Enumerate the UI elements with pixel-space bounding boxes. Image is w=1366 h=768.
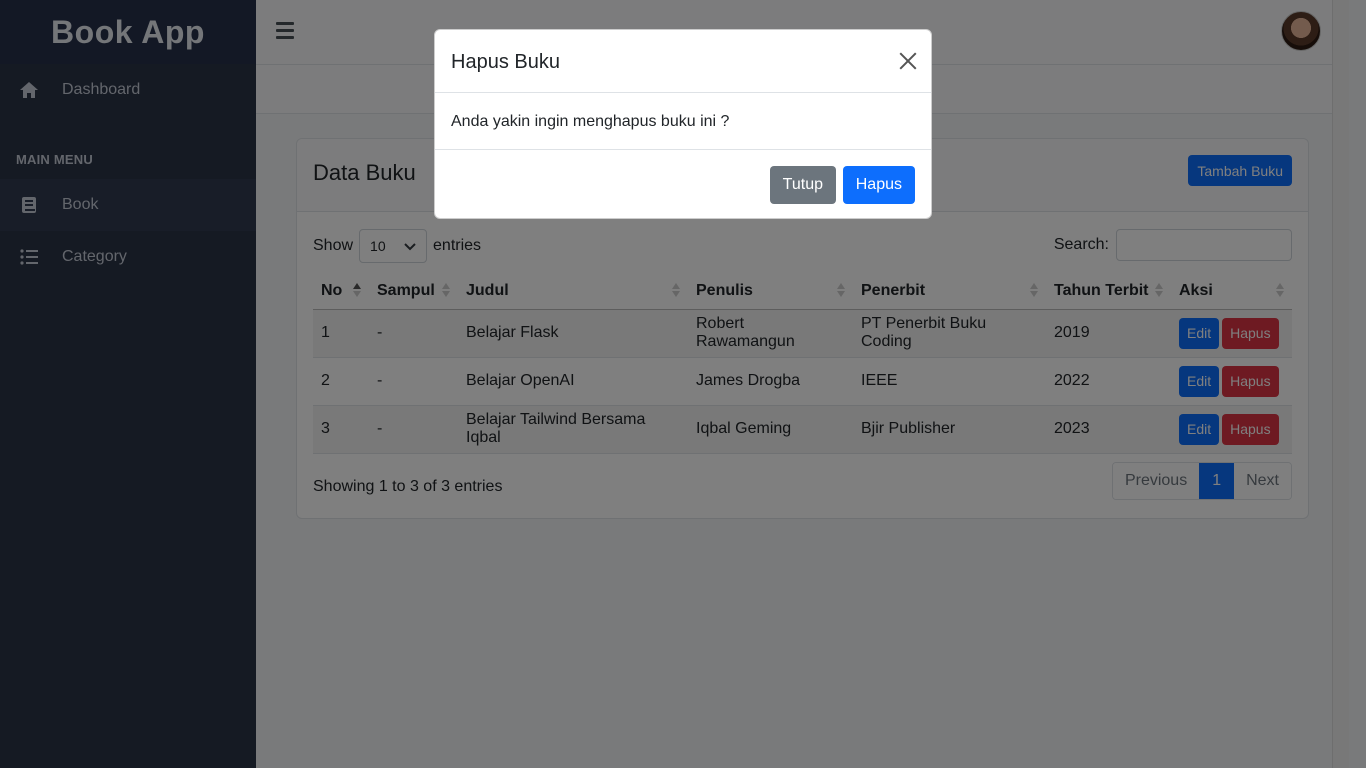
- delete-modal: Hapus Buku Anda yakin ingin menghapus bu…: [434, 29, 932, 219]
- modal-footer: Tutup Hapus: [435, 150, 931, 220]
- close-button[interactable]: Tutup: [769, 166, 836, 204]
- confirm-delete-button[interactable]: Hapus: [842, 166, 915, 204]
- close-icon[interactable]: [899, 52, 917, 70]
- modal-header: Hapus Buku: [435, 30, 931, 93]
- modal-message: Anda yakin ingin menghapus buku ini ?: [435, 93, 931, 150]
- modal-title: Hapus Buku: [451, 51, 560, 73]
